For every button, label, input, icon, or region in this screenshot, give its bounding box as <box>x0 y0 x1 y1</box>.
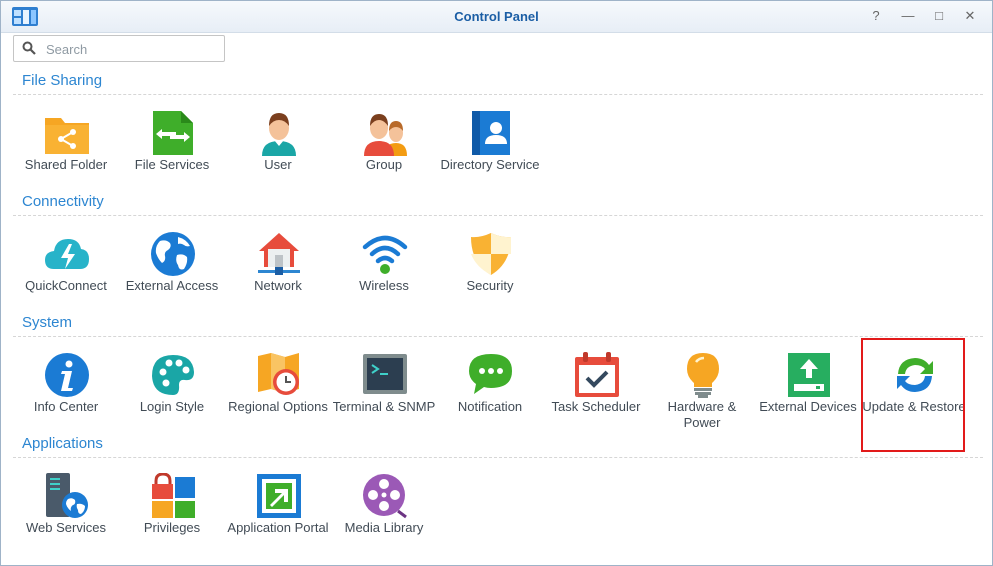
file-services-icon <box>153 111 193 155</box>
section-title-applications: Applications <box>22 435 103 452</box>
external-devices-item[interactable]: External Devices <box>756 352 860 442</box>
user-icon <box>262 113 296 156</box>
privileges-item[interactable]: Privileges <box>120 473 224 563</box>
maximize-button[interactable]: □ <box>931 8 947 24</box>
section-divider <box>13 336 983 337</box>
section-divider <box>13 215 983 216</box>
quickconnect-icon <box>45 239 89 269</box>
film-reel-icon <box>363 474 407 519</box>
section-divider <box>13 94 983 95</box>
lock-grid-icon <box>152 473 195 518</box>
item-label: Wireless <box>359 278 409 293</box>
info-icon <box>45 353 89 397</box>
search-box[interactable] <box>13 35 225 62</box>
login-style-item[interactable]: Login Style <box>120 352 224 442</box>
palette-icon <box>152 355 194 395</box>
item-label: Network <box>254 278 302 293</box>
item-label: File Services <box>134 157 210 172</box>
group-icon <box>364 114 407 156</box>
wireless-item[interactable]: Wireless <box>332 231 436 321</box>
item-label: Security <box>466 278 514 293</box>
task-scheduler-item[interactable]: Task Scheduler <box>544 352 648 442</box>
update-restore-highlight <box>861 338 965 452</box>
item-label: Privileges <box>143 520 201 535</box>
shared-folder-item[interactable]: Shared Folder <box>14 110 118 200</box>
item-label: Shared Folder <box>24 157 108 172</box>
wifi-icon <box>362 235 408 274</box>
item-label: Group <box>365 157 403 172</box>
item-label: Task Scheduler <box>551 399 641 414</box>
section-title-file-sharing: File Sharing <box>22 72 103 89</box>
terminal-snmp-item[interactable]: Terminal & SNMP <box>332 352 436 442</box>
item-label: Web Services <box>26 520 106 535</box>
item-label: Application Portal <box>227 520 329 535</box>
user-item[interactable]: User <box>226 110 330 200</box>
shield-icon <box>471 233 511 275</box>
help-button[interactable]: ? <box>868 8 884 24</box>
application-portal-item[interactable]: Application Portal <box>226 473 330 563</box>
media-library-item[interactable]: Media Library <box>332 473 436 563</box>
item-label: Media Library <box>344 520 424 535</box>
item-label: Login Style <box>139 399 205 414</box>
title-bar: Control Panel ? — □ ✕ <box>1 1 992 33</box>
quickconnect-item[interactable]: QuickConnect <box>14 231 118 321</box>
info-center-item[interactable]: Info Center <box>14 352 118 442</box>
minimize-button[interactable]: — <box>900 8 916 24</box>
network-house-icon <box>258 233 300 275</box>
item-label: Notification <box>457 399 523 414</box>
map-clock-icon <box>258 353 299 395</box>
item-label: Hardware & Power <box>667 399 737 430</box>
hardware-power-item[interactable]: Hardware & Power <box>650 352 754 442</box>
directory-service-icon <box>472 111 510 155</box>
web-server-icon <box>46 473 88 518</box>
group-item[interactable]: Group <box>332 110 436 200</box>
web-services-item[interactable]: Web Services <box>14 473 118 563</box>
globe-icon <box>151 232 195 276</box>
item-label: External Access <box>125 278 219 293</box>
network-item[interactable]: Network <box>226 231 330 321</box>
notification-item[interactable]: Notification <box>438 352 542 442</box>
item-label: External Devices <box>759 399 857 414</box>
calendar-check-icon <box>575 352 619 397</box>
item-label: Info Center <box>33 399 99 414</box>
terminal-icon <box>363 354 407 394</box>
regional-options-item[interactable]: Regional Options <box>226 352 330 442</box>
shared-folder-icon <box>45 118 89 154</box>
file-services-item[interactable]: File Services <box>120 110 224 200</box>
close-button[interactable]: ✕ <box>962 8 978 24</box>
item-label: Regional Options <box>228 399 328 414</box>
section-divider <box>13 457 983 458</box>
chat-bubble-icon <box>469 354 512 394</box>
external-access-item[interactable]: External Access <box>120 231 224 321</box>
portal-arrow-icon <box>257 474 301 518</box>
item-label: QuickConnect <box>25 278 107 293</box>
search-input[interactable] <box>44 39 218 59</box>
security-item[interactable]: Security <box>438 231 542 321</box>
window-title: Control Panel <box>454 9 539 24</box>
control-panel-window: Control Panel ? — □ ✕ File Sharing Share… <box>0 0 993 566</box>
item-label: User <box>264 157 292 172</box>
section-title-connectivity: Connectivity <box>22 193 104 210</box>
directory-service-item[interactable]: Directory Service <box>438 110 542 200</box>
lightbulb-icon <box>687 353 719 398</box>
item-label: Terminal & SNMP <box>332 399 436 414</box>
search-icon <box>22 41 36 55</box>
item-label: Directory Service <box>440 157 540 172</box>
section-title-system: System <box>22 314 73 331</box>
external-device-icon <box>788 353 830 397</box>
